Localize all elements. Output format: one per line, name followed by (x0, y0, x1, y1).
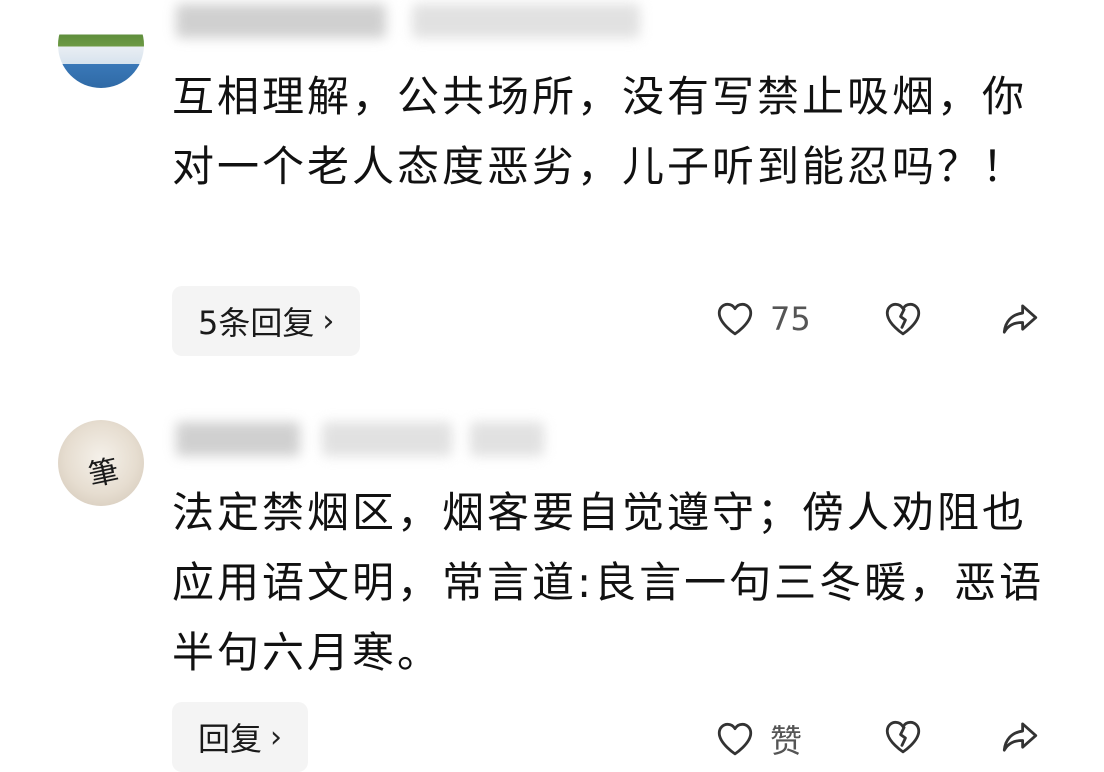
reply-label: 回复 (198, 720, 263, 758)
dislike-button[interactable] (882, 716, 924, 758)
heart-icon (717, 302, 753, 336)
reply-button[interactable]: 回复 › (172, 702, 309, 772)
broken-heart-icon (885, 302, 921, 336)
share-arrow-icon (1002, 304, 1038, 334)
like-button[interactable]: 赞 (714, 716, 802, 762)
replies-label: 5条回复 (198, 304, 315, 342)
avatar[interactable]: 筆 (58, 420, 144, 506)
share-button[interactable] (998, 298, 1042, 340)
username-blurred[interactable] (176, 422, 300, 456)
chevron-right-icon: › (322, 303, 335, 339)
calligraphy-glyph: 筆 (85, 453, 123, 494)
comment-text: 互相理解，公共场所，没有写禁止吸烟，你对一个老人态度恶劣，儿子听到能忍吗？！ (172, 72, 1028, 191)
avatar[interactable] (58, 2, 144, 88)
chevron-right-icon: › (270, 719, 283, 755)
dislike-button[interactable] (882, 298, 924, 340)
share-button[interactable] (998, 716, 1042, 758)
user-meta-blurred (322, 422, 452, 456)
user-meta-blurred (470, 422, 544, 456)
like-count: 75 (770, 300, 811, 338)
like-button[interactable]: 75 (714, 298, 811, 340)
share-arrow-icon (1002, 722, 1038, 752)
like-label: 赞 (770, 722, 803, 760)
broken-heart-icon (885, 720, 921, 754)
user-meta-blurred (412, 4, 640, 38)
comment-text: 法定禁烟区，烟客要自觉遵守；傍人劝阻也应用语文明，常言道:良言一句三冬暖，恶语半… (172, 488, 1045, 677)
view-replies-button[interactable]: 5条回复 › (172, 286, 361, 356)
username-blurred[interactable] (176, 4, 386, 38)
heart-icon (717, 722, 753, 756)
